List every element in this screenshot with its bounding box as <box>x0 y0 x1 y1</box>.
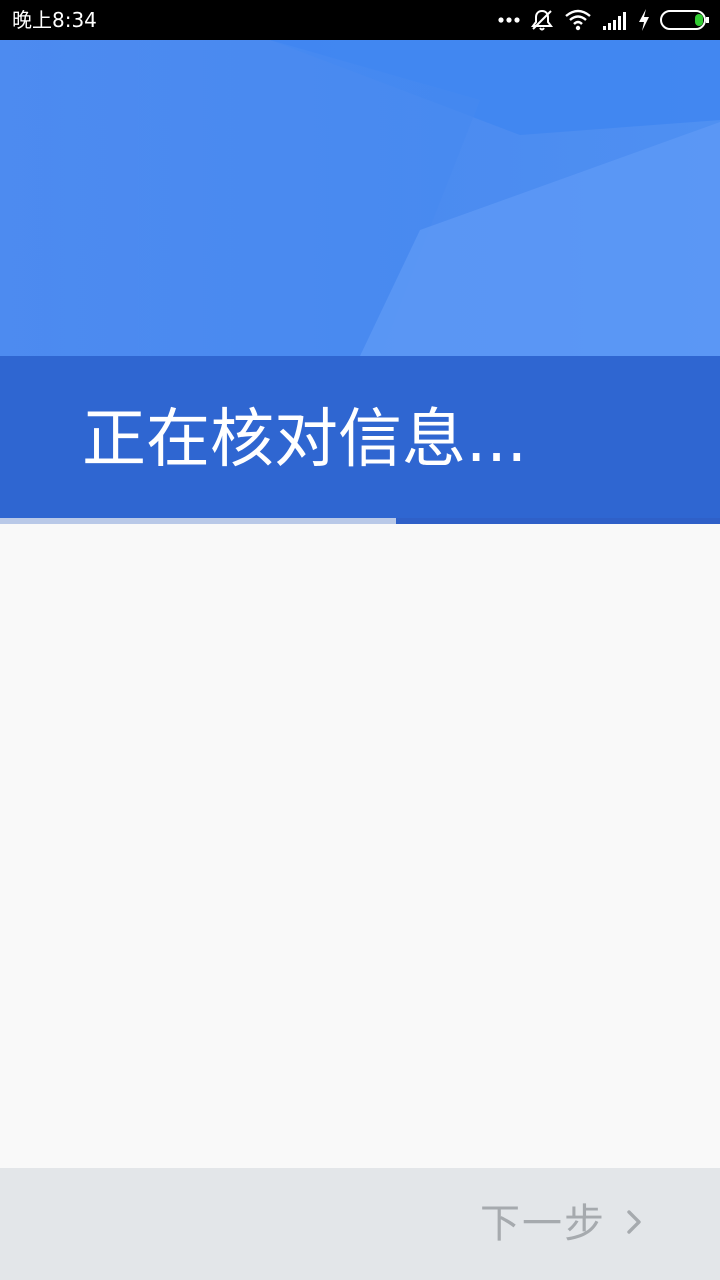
status-bar: 晚上8:34 <box>0 0 720 40</box>
status-icons <box>498 7 710 33</box>
screen: 晚上8:34 正在核对信息... 下一步 <box>0 0 720 1280</box>
battery-icon <box>660 9 710 31</box>
more-dots-icon <box>498 16 520 24</box>
header-background <box>0 40 720 356</box>
status-time: 晚上8:34 <box>12 8 97 32</box>
signal-icon <box>602 10 628 30</box>
page-title: 正在核对信息... <box>82 403 528 477</box>
mute-alarm-icon <box>530 8 554 32</box>
bottom-bar: 下一步 <box>0 1168 720 1280</box>
chevron-right-icon <box>626 1209 642 1239</box>
charging-icon <box>638 9 650 31</box>
next-step-button[interactable]: 下一步 <box>480 1196 642 1252</box>
next-step-label: 下一步 <box>480 1201 606 1247</box>
content-area <box>0 524 720 1168</box>
wifi-icon <box>564 9 592 31</box>
